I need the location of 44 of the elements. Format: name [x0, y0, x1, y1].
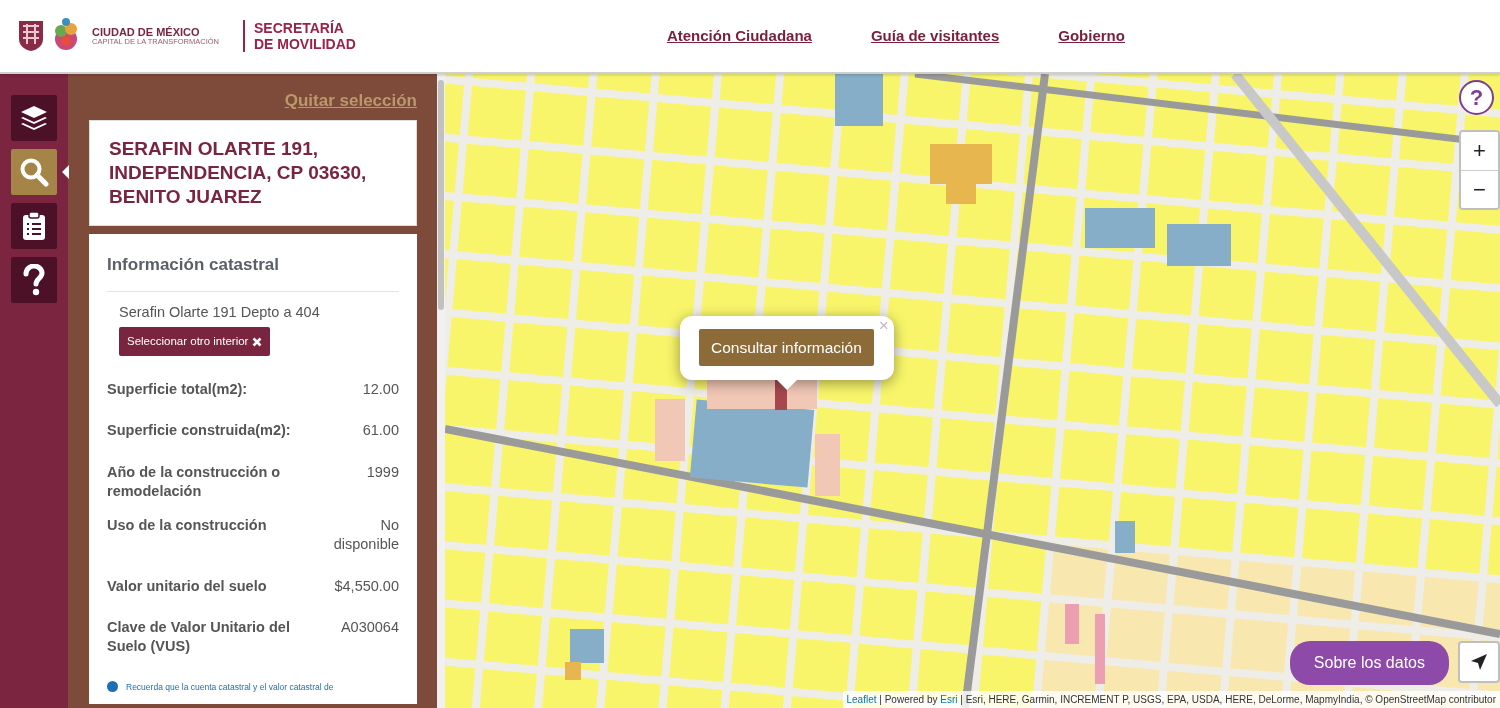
- clipboard-button[interactable]: [11, 203, 57, 249]
- street-map-drawing[interactable]: [445, 74, 1500, 708]
- layers-icon: [19, 104, 49, 132]
- address-heading: SERAFIN OLARTE 191, INDEPENDENCIA, CP 03630, BENITO JUAREZ: [89, 119, 417, 226]
- field-label: Superficie total(m2):: [107, 380, 249, 400]
- card-title: Información catastral: [107, 251, 399, 293]
- field-value: $4,550.00: [333, 577, 399, 597]
- scrollbar[interactable]: [437, 74, 445, 708]
- info-note: Recuerda que la cuenta catastral y el valor catastral de: [126, 680, 334, 694]
- field-value: No disponible: [332, 516, 399, 554]
- zoom-out-button[interactable]: −: [1461, 170, 1498, 208]
- query-info-button[interactable]: Consultar información: [699, 329, 874, 367]
- shield-emblem-icon: [18, 20, 44, 52]
- scrollbar-thumb[interactable]: [438, 80, 444, 310]
- close-icon: [252, 336, 263, 347]
- layers-button[interactable]: [11, 95, 57, 141]
- info-icon: [107, 680, 118, 692]
- about-data-button[interactable]: Sobre los datos: [1289, 641, 1449, 685]
- logo-title: CIUDAD DE MÉXICO: [92, 25, 200, 38]
- help-button[interactable]: [11, 257, 57, 303]
- field-label: Clave de Valor Unitario del Suelo (VUS): [107, 618, 291, 655]
- locate-button[interactable]: [1458, 641, 1500, 683]
- field-label: Superficie construida(m2):: [107, 421, 292, 441]
- field-value: 1999: [365, 463, 399, 483]
- select-interior-button[interactable]: Seleccionar otro interior: [119, 327, 271, 357]
- interior-address: Serafin Olarte 191 Depto a 404: [119, 303, 321, 323]
- attribution-link[interactable]: Esri: [940, 694, 958, 705]
- question-mark-icon: [23, 264, 45, 296]
- attribution-link[interactable]: Leaflet: [846, 694, 877, 705]
- nav-link[interactable]: Gobierno: [1058, 24, 1125, 48]
- nav-link[interactable]: Guía de visitantes: [870, 24, 1000, 48]
- field-label: Año de la construcción o remodelación: [107, 463, 282, 501]
- field-label: Uso de la construcción: [107, 516, 268, 536]
- field-label: Valor unitario del suelo: [107, 577, 268, 597]
- attribution-text: | Esri, HERE, Garmin, INCREMENT P, USGS, EPA, USDA, HERE, DeLorme, MapmyIndia, © OpenStreetMap contributor: [960, 694, 1496, 705]
- clipboard-icon: [22, 211, 46, 241]
- search-icon: [19, 157, 49, 187]
- nav-link[interactable]: Atención Ciudadana: [666, 24, 812, 48]
- attribution-text: | Powered by: [879, 694, 938, 705]
- agency-title: SECRETARÍA DE MOVILIDAD: [243, 19, 356, 53]
- field-value: 61.00: [361, 421, 399, 441]
- field-value: A030064: [339, 618, 399, 638]
- navigation-arrow-icon: [1470, 653, 1488, 671]
- field-value: 12.00: [361, 380, 399, 400]
